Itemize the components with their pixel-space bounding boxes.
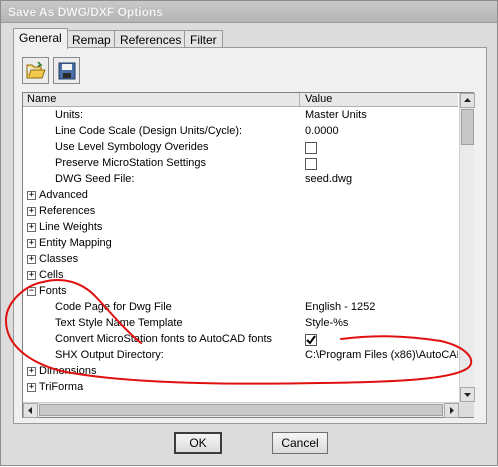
grid-header: Name Value <box>23 93 458 107</box>
property-checkbox[interactable] <box>305 158 317 170</box>
property-row[interactable]: Use Level Symbology Overides <box>23 140 458 156</box>
property-row[interactable]: Convert MicroStation fonts to AutoCAD fo… <box>23 332 458 348</box>
dialog-window: Save As DWG/DXF Options General Remap Re… <box>0 0 498 466</box>
tab-references[interactable]: References <box>114 30 188 48</box>
group-row[interactable]: + Advanced <box>23 188 458 204</box>
property-row[interactable]: Text Style Name Template Style-%s <box>23 316 458 332</box>
open-button[interactable] <box>22 57 49 84</box>
group-row[interactable]: − Fonts <box>23 284 458 300</box>
group-label: Advanced <box>39 189 88 201</box>
tab-filter[interactable]: Filter <box>184 30 223 48</box>
horizontal-scroll-thumb[interactable] <box>39 404 443 416</box>
group-row[interactable]: + References <box>23 204 458 220</box>
property-value[interactable]: English - 1252 <box>305 301 375 313</box>
property-label: SHX Output Directory: <box>55 349 164 361</box>
save-disk-icon <box>58 62 76 80</box>
expand-icon[interactable]: + <box>27 191 36 200</box>
expand-icon[interactable]: + <box>27 239 36 248</box>
vertical-scroll-thumb[interactable] <box>461 109 474 145</box>
expand-icon[interactable]: + <box>27 383 36 392</box>
arrow-right-icon <box>450 407 454 414</box>
column-header-name[interactable]: Name <box>27 93 56 105</box>
scroll-up-button[interactable] <box>460 93 475 108</box>
checkmark-icon <box>306 335 316 345</box>
save-button[interactable] <box>53 57 80 84</box>
expand-icon[interactable]: + <box>27 223 36 232</box>
horizontal-scrollbar[interactable] <box>23 402 459 418</box>
property-row[interactable]: SHX Output Directory: C:\Program Files (x… <box>23 348 458 364</box>
arrow-left-icon <box>28 407 32 414</box>
expand-icon[interactable]: + <box>27 271 36 280</box>
property-value[interactable]: Master Units <box>305 109 367 121</box>
property-label: Convert MicroStation fonts to AutoCAD fo… <box>55 333 273 345</box>
property-label: Line Code Scale (Design Units/Cycle): <box>55 125 243 137</box>
property-label: DWG Seed File: <box>55 173 135 185</box>
open-folder-icon <box>26 61 46 79</box>
property-value[interactable]: 0.0000 <box>305 125 339 137</box>
expand-icon[interactable]: + <box>27 207 36 216</box>
expand-icon[interactable]: + <box>27 367 36 376</box>
property-value[interactable]: seed.dwg <box>305 173 352 185</box>
grid-rows: Units: Master Units Line Code Scale (Desig… <box>23 108 458 404</box>
arrow-up-icon <box>464 98 471 102</box>
scroll-down-button[interactable] <box>460 387 475 402</box>
scroll-right-button[interactable] <box>444 403 459 418</box>
property-label: Units: <box>55 109 84 121</box>
scroll-corner <box>459 402 474 417</box>
cancel-button[interactable]: Cancel <box>272 432 328 454</box>
settings-grid: Name Value Units: Master Units Line Code S… <box>22 92 475 418</box>
property-label: Preserve MicroStation Settings <box>55 157 207 169</box>
property-checkbox[interactable] <box>305 334 317 346</box>
title-bar[interactable]: Save As DWG/DXF Options <box>1 1 497 23</box>
property-row[interactable]: Code Page for Dwg File English - 1252 <box>23 300 458 316</box>
column-header-value[interactable]: Value <box>305 93 332 105</box>
window-title: Save As DWG/DXF Options <box>8 5 163 19</box>
expand-icon[interactable]: + <box>27 255 36 264</box>
scroll-left-button[interactable] <box>23 403 38 418</box>
tab-general[interactable]: General <box>13 28 68 49</box>
group-row[interactable]: + Entity Mapping <box>23 236 458 252</box>
general-tab-panel: Name Value Units: Master Units Line Code S… <box>13 47 487 424</box>
property-label: Use Level Symbology Overides <box>55 141 209 153</box>
property-label: Text Style Name Template <box>55 317 183 329</box>
property-value[interactable]: C:\Program Files (x86)\AutoCAD <box>305 349 458 361</box>
group-label: TriForma <box>39 381 84 393</box>
group-row[interactable]: + Cells <box>23 268 458 284</box>
property-row[interactable]: Units: Master Units <box>23 108 458 124</box>
group-label: References <box>39 205 96 217</box>
column-divider[interactable] <box>299 93 300 107</box>
arrow-down-icon <box>464 393 471 397</box>
property-row[interactable]: DWG Seed File: seed.dwg <box>23 172 458 188</box>
property-checkbox[interactable] <box>305 142 317 154</box>
property-value[interactable]: Style-%s <box>305 317 348 329</box>
group-label: Fonts <box>39 285 67 297</box>
property-row[interactable]: Line Code Scale (Design Units/Cycle): 0.0… <box>23 124 458 140</box>
property-label: Code Page for Dwg File <box>55 301 172 313</box>
group-label: Dimensions <box>39 365 97 377</box>
group-label: Entity Mapping <box>39 237 112 249</box>
property-row[interactable]: Preserve MicroStation Settings <box>23 156 458 172</box>
group-row[interactable]: + Dimensions <box>23 364 458 380</box>
group-label: Line Weights <box>39 221 103 233</box>
vertical-scrollbar[interactable] <box>459 93 475 402</box>
group-label: Cells <box>39 269 64 281</box>
group-row[interactable]: + Line Weights <box>23 220 458 236</box>
group-row[interactable]: + Classes <box>23 252 458 268</box>
tab-remap[interactable]: Remap <box>66 30 117 48</box>
ok-button[interactable]: OK <box>174 432 222 454</box>
group-label: Classes <box>39 253 79 265</box>
collapse-icon[interactable]: − <box>27 287 36 296</box>
group-row[interactable]: + TriForma <box>23 380 458 396</box>
